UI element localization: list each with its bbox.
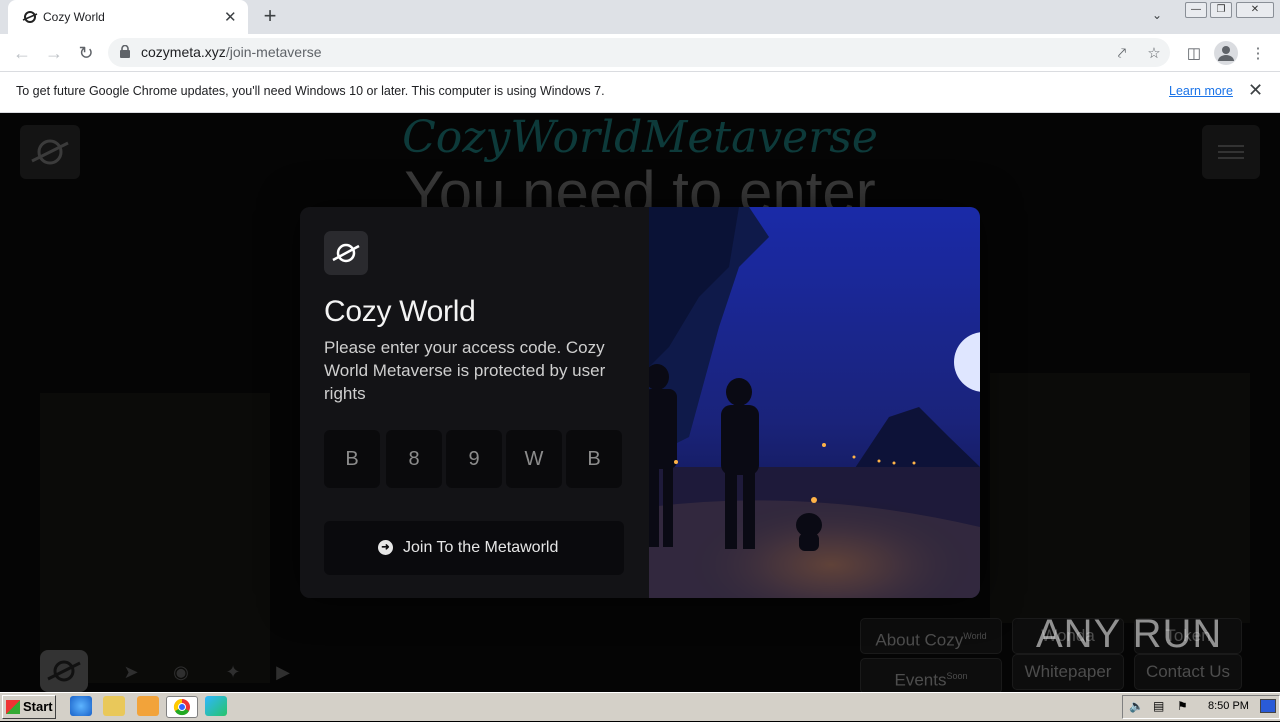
reload-icon[interactable]: ↻: [75, 42, 97, 64]
folder-icon[interactable]: [103, 696, 125, 716]
nav-pill-label: Events: [894, 670, 947, 690]
arrow-right-circle-icon: ➜: [378, 540, 393, 555]
twitter-icon[interactable]: ✦: [216, 657, 250, 687]
start-button[interactable]: Start: [2, 695, 56, 719]
system-tray: 🔈 ▤ ⚑: [1122, 695, 1280, 719]
nav-pill-contact[interactable]: Contact Us: [1134, 654, 1242, 690]
profile-avatar-icon[interactable]: [1214, 41, 1238, 65]
nav-pill-label: Whitepaper: [1024, 662, 1112, 681]
cozy-world-logo-icon: [324, 231, 368, 275]
chrome-taskbar-icon[interactable]: [166, 696, 198, 718]
restore-button[interactable]: ❐: [1210, 2, 1232, 18]
start-label: Start: [23, 699, 53, 714]
tab-close-icon[interactable]: ✕: [224, 8, 237, 26]
nav-pill-label: Contact Us: [1145, 662, 1231, 681]
url-host: cozymeta.xyz: [141, 44, 226, 60]
cozy-world-favicon: [22, 11, 38, 23]
youtube-icon[interactable]: ▶: [266, 657, 300, 687]
nav-pill-events[interactable]: EventsSoon: [860, 658, 1002, 694]
nav-pill-about[interactable]: About CozyWorld: [860, 618, 1002, 654]
access-code-modal: Cozy World Please enter your access code…: [300, 207, 980, 598]
nav-pill-sup: Soon: [946, 671, 968, 681]
share-icon[interactable]: ⤤: [1112, 44, 1132, 64]
url-path: /join-metaverse: [225, 44, 322, 60]
browser-tab[interactable]: Cozy World ✕: [8, 0, 248, 34]
chrome-menu-icon[interactable]: ⋮: [1248, 44, 1268, 64]
side-panel-icon[interactable]: ◫: [1184, 44, 1204, 64]
nav-pill-sup: World: [963, 631, 987, 641]
discord-icon[interactable]: ◉: [164, 657, 198, 687]
modal-form-panel: Cozy World Please enter your access code…: [300, 207, 649, 598]
learn-more-link[interactable]: Learn more: [1169, 84, 1233, 98]
nav-pill-label: About Cozy: [875, 630, 964, 650]
media-player-icon[interactable]: [137, 696, 159, 716]
bg-blur-block: [990, 373, 1250, 623]
back-arrow-icon[interactable]: ←: [11, 42, 33, 64]
windows-flag-icon: [6, 700, 20, 714]
code-input-1[interactable]: B: [324, 430, 380, 488]
infobar-message: To get future Google Chrome updates, you…: [16, 84, 605, 98]
taskbar-clock[interactable]: 8:50 PM: [1208, 700, 1249, 712]
night-scene-illustration: [643, 207, 980, 598]
url-text[interactable]: cozymeta.xyz/join-metaverse: [141, 44, 322, 60]
code-input-3[interactable]: 9: [446, 430, 502, 488]
action-center-flag-icon[interactable]: ⚑: [1177, 699, 1188, 713]
footer-logo-icon[interactable]: [40, 650, 88, 692]
forward-arrow-icon[interactable]: →: [43, 42, 65, 64]
ie-icon[interactable]: [70, 696, 92, 716]
show-desktop-icon[interactable]: [1260, 699, 1276, 713]
volume-icon[interactable]: 🔈: [1129, 699, 1144, 713]
bookmark-star-icon[interactable]: ☆: [1144, 44, 1164, 64]
minimize-button[interactable]: —: [1185, 2, 1207, 18]
new-tab-button[interactable]: +: [260, 4, 280, 28]
tab-title: Cozy World: [43, 10, 105, 24]
infobar-close-icon[interactable]: ✕: [1248, 80, 1263, 101]
telegram-icon[interactable]: ➤: [114, 657, 148, 687]
modal-title: Cozy World: [324, 295, 476, 328]
nav-pill-whitepaper[interactable]: Whitepaper: [1012, 654, 1124, 690]
bg-brand-logo-text: CozyWorldMetaverse: [402, 112, 878, 163]
modal-description: Please enter your access code. Cozy Worl…: [324, 338, 606, 403]
code-input-5[interactable]: B: [566, 430, 622, 488]
lock-icon[interactable]: [120, 45, 130, 58]
join-button-label: Join To the Metaworld: [403, 539, 559, 556]
bg-blur-block: [40, 393, 270, 683]
join-metaworld-button[interactable]: ➜ Join To the Metaworld: [324, 521, 624, 575]
network-icon[interactable]: ▤: [1153, 699, 1164, 713]
close-window-button[interactable]: ✕: [1236, 2, 1274, 18]
any-run-watermark: ANY RUN: [1036, 612, 1223, 656]
tab-search-chevron-icon[interactable]: ⌄: [1152, 8, 1162, 22]
code-input-2[interactable]: 8: [386, 430, 442, 488]
edge-icon[interactable]: [205, 696, 227, 716]
code-input-4[interactable]: W: [506, 430, 562, 488]
